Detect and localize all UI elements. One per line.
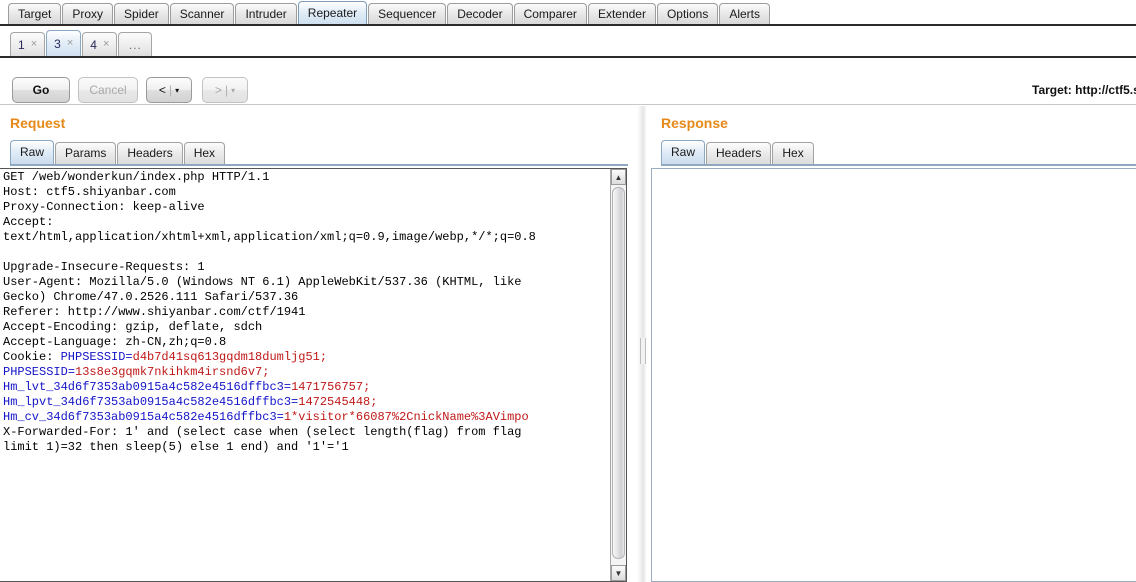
scroll-down-arrow-icon[interactable]: ▼ [611, 565, 626, 581]
cookie-header-prefix: Cookie: [3, 350, 61, 364]
request-cookie-line: PHPSESSID=13s8e3gqmk7nkihkm4irsnd6v7; [3, 365, 611, 380]
cookie-name: Hm_lpvt_34d6f7353ab0915a4c582e4516dffbc3 [3, 395, 292, 409]
request-line: Accept: [3, 215, 54, 229]
cookie-name: Hm_cv_34d6f7353ab0915a4c582e4516dffbc3 [3, 410, 277, 424]
request-editor[interactable]: GET /web/wonderkun/index.php HTTP/1.1 Hos… [0, 168, 627, 582]
request-line: GET /web/wonderkun/index.php HTTP/1.1 [3, 170, 270, 184]
main-tab-alerts[interactable]: Alerts [719, 3, 771, 24]
main-tab-decoder[interactable]: Decoder [447, 3, 513, 24]
request-line: Gecko) Chrome/47.0.2526.111 Safari/537.3… [3, 290, 299, 304]
repeater-tab-more[interactable]: ... [118, 32, 153, 56]
repeater-tab-label: ... [128, 37, 142, 52]
request-tab-hex[interactable]: Hex [183, 142, 226, 164]
request-vertical-scrollbar[interactable]: ▲ ▼ [610, 169, 626, 581]
main-tab-spider[interactable]: Spider [114, 3, 169, 24]
chevron-down-icon: ▾ [231, 85, 236, 95]
main-tab-target[interactable]: Target [8, 3, 62, 24]
request-line: Host: ctf5.shiyanbar.com [3, 185, 176, 199]
request-line: Accept-Encoding: gzip, deflate, sdch [3, 320, 263, 334]
request-payload-line: X-Forwarded-For: 1' and (select case whe… [3, 425, 522, 439]
repeater-tab-bar: 1 × 3 × 4 ×... [0, 28, 1136, 58]
cancel-button[interactable]: Cancel [78, 77, 138, 103]
request-payload-line: limit 1)=32 then sleep(5) else 1 end) an… [3, 440, 349, 454]
chevron-right-icon: > [214, 83, 222, 97]
repeater-tab-label: 1 [18, 37, 25, 52]
button-separator: | [224, 83, 229, 97]
scrollbar-thumb[interactable] [612, 187, 625, 559]
repeater-tab-list: 1 × 3 × 4 ×... [0, 28, 1136, 56]
main-tab-comparer[interactable]: Comparer [513, 3, 587, 24]
go-button-label: Go [32, 83, 50, 97]
target-url-label: Target: http://ctf5.shiyanbar.com [1032, 83, 1136, 97]
cookie-value: 1472545448; [298, 395, 378, 409]
cookie-name: PHPSESSID [60, 350, 126, 364]
main-tab-proxy[interactable]: Proxy [62, 3, 114, 24]
response-tab-hex[interactable]: Hex [772, 142, 814, 164]
request-line: Accept-Language: zh-CN,zh;q=0.8 [3, 335, 227, 349]
request-cookie-line: Cookie: PHPSESSID=d4b7d41sq613gqdm18duml… [3, 350, 611, 365]
cookie-equals: = [125, 350, 133, 364]
main-tab-sequencer[interactable]: Sequencer [368, 3, 447, 24]
main-tab-repeater[interactable]: Repeater [297, 1, 368, 24]
main-tab-list: Target Proxy Spider Scanner Intruder Repeater… [0, 0, 1136, 24]
request-line [3, 245, 611, 260]
cookie-equals: = [276, 410, 284, 424]
response-view-tabs: Raw Headers Hex [661, 140, 1136, 166]
main-tab-extender[interactable]: Extender [587, 3, 656, 24]
cookie-value: 1*visitor*66087%2CnickName%3AVimpo [283, 410, 529, 424]
request-raw-text[interactable]: GET /web/wonderkun/index.php HTTP/1.1 Hos… [3, 170, 611, 455]
response-tab-headers[interactable]: Headers [706, 142, 772, 164]
panel-splitter[interactable] [637, 106, 647, 582]
request-view-tabs: Raw Params Headers Hex [10, 140, 628, 166]
request-cookie-line: Hm_cv_34d6f7353ab0915a4c582e4516dffbc3=1… [3, 410, 611, 425]
repeater-tab-3[interactable]: 3 × [46, 30, 82, 56]
request-panel-title: Request [10, 115, 66, 131]
splitter-grip[interactable] [640, 338, 646, 364]
request-cookie-line: Hm_lpvt_34d6f7353ab0915a4c582e4516dffbc3… [3, 395, 611, 410]
cookie-equals: = [283, 380, 292, 394]
burp-suite-window: Target Proxy Spider Scanner Intruder Repeater… [0, 0, 1136, 582]
chevron-left-icon: < [158, 83, 166, 97]
response-tab-raw[interactable]: Raw [661, 140, 706, 164]
main-tab-scanner[interactable]: Scanner [169, 3, 235, 24]
request-tab-raw[interactable]: Raw [10, 140, 55, 164]
response-panel-title: Response [661, 115, 728, 131]
main-tab-options[interactable]: Options [656, 3, 719, 24]
close-icon[interactable]: × [103, 39, 109, 50]
request-cookie-line: Hm_lvt_34d6f7353ab0915a4c582e4516dffbc3=… [3, 380, 611, 395]
request-line: Referer: http://www.shiyanbar.com/ctf/19… [3, 305, 306, 319]
cookie-value: d4b7d41sq613gqdm18dumljg51; [132, 350, 328, 364]
close-icon[interactable]: × [31, 39, 37, 50]
cancel-button-label: Cancel [89, 83, 127, 97]
request-line: text/html,application/xhtml+xml,applicat… [3, 230, 536, 244]
cookie-value: 13s8e3gqmk7nkihkm4irsnd6v7; [75, 365, 270, 379]
repeater-tab-label: 4 [90, 37, 97, 52]
cookie-name: PHPSESSID [3, 365, 68, 379]
repeater-tab-4[interactable]: 4 × [82, 32, 118, 56]
button-separator: | [168, 83, 173, 97]
next-request-button[interactable]: > | ▾ [202, 77, 248, 103]
chevron-down-icon: ▾ [175, 85, 180, 95]
request-line: Proxy-Connection: keep-alive [3, 200, 205, 214]
main-tab-bar: Target Proxy Spider Scanner Intruder Repeater… [0, 0, 1136, 26]
request-line: User-Agent: Mozilla/5.0 (Windows NT 6.1)… [3, 275, 522, 289]
repeater-tab-label: 3 [54, 36, 61, 51]
main-tab-intruder[interactable]: Intruder [235, 3, 297, 24]
request-tab-params[interactable]: Params [55, 142, 117, 164]
close-icon[interactable]: × [67, 38, 73, 49]
go-button[interactable]: Go [12, 77, 70, 103]
response-editor[interactable] [651, 168, 1136, 582]
request-line: Upgrade-Insecure-Requests: 1 [3, 260, 205, 274]
scroll-up-arrow-icon[interactable]: ▲ [611, 169, 626, 185]
cookie-name: Hm_lvt_34d6f7353ab0915a4c582e4516dffbc3 [3, 380, 284, 394]
cookie-value: 1471756757; [291, 380, 371, 394]
repeater-tab-1[interactable]: 1 × [10, 32, 46, 56]
cookie-equals: = [67, 365, 76, 379]
previous-request-button[interactable]: < | ▾ [146, 77, 192, 103]
request-tab-headers[interactable]: Headers [117, 142, 183, 164]
